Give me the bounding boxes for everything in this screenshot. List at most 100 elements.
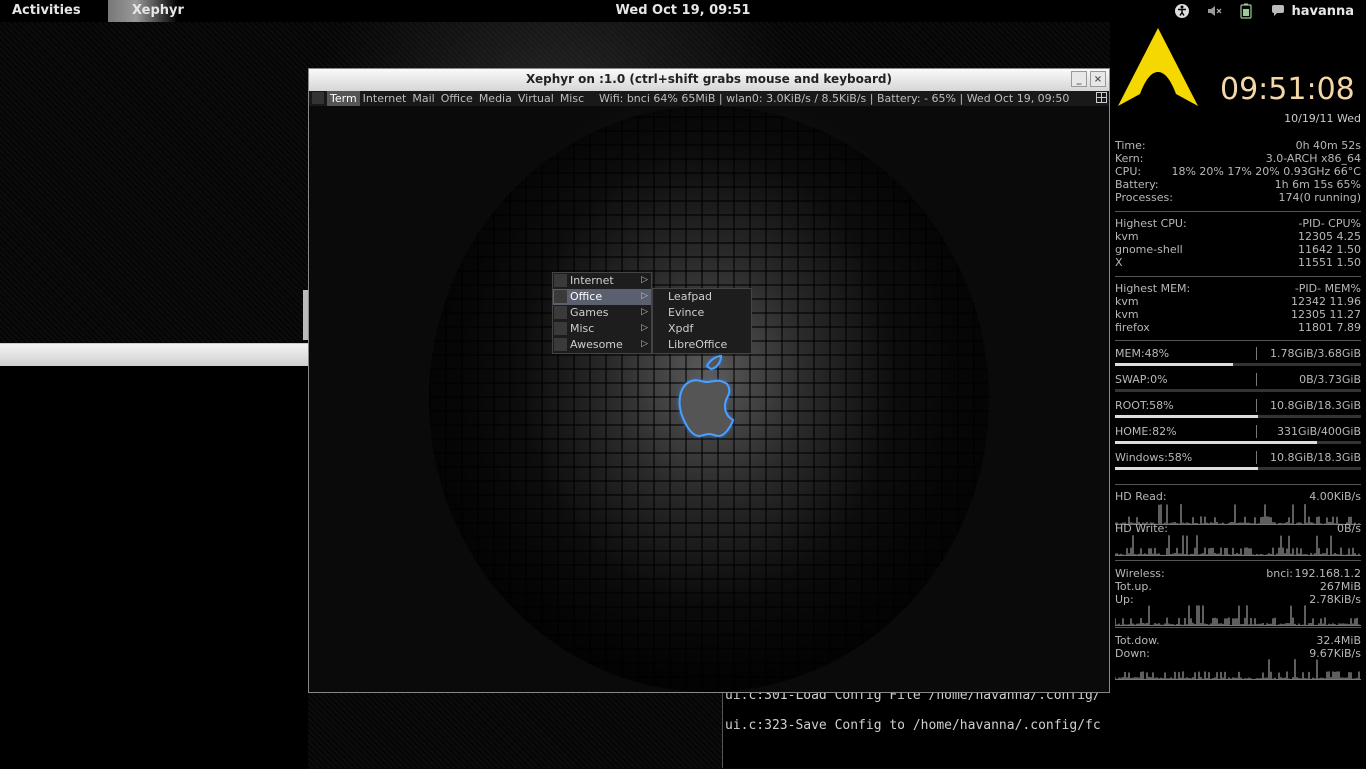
xephyr-titlebar[interactable]: Xephyr on :1.0 (ctrl+shift grabs mouse a…	[309, 69, 1109, 91]
usage-root: ROOT:58% 10.8GiB/18.3GiB	[1115, 399, 1361, 412]
usage-home-value: 331GiB/400GiB	[1277, 425, 1361, 438]
usage-bar	[1115, 441, 1361, 444]
activity-graph-lines	[1114, 605, 1361, 626]
hd-read-label: HD Read:	[1115, 490, 1167, 503]
wibox-status-text: Wifi: bnci 64% 65MiB | wlan0: 3.0KiB/s /…	[599, 92, 1070, 105]
submenu-arrow-icon: ▷	[641, 339, 648, 349]
system-tray: havanna	[1173, 2, 1354, 20]
mem-process-value: 12342 11.96	[1291, 295, 1361, 308]
upload-graph	[1114, 604, 1361, 626]
usage-home: HOME:82% 331GiB/400GiB	[1115, 425, 1361, 438]
awesome-launcher-icon[interactable]	[312, 92, 324, 104]
submenu-item-evince[interactable]: Evince	[653, 305, 751, 321]
volume-muted-icon[interactable]	[1205, 3, 1223, 19]
terminal-line: ui.c:323-Save Config to /home/havanna/.c…	[725, 718, 1101, 733]
sys-cpu: CPU: 18% 20% 17% 20% 0.93GHz 66°C	[1115, 165, 1361, 178]
submenu-arrow-icon: ▷	[641, 307, 648, 317]
tag-term[interactable]: Term	[327, 91, 360, 106]
divider	[1115, 560, 1361, 561]
usage-root-value: 10.8GiB/18.3GiB	[1270, 399, 1361, 412]
submenu-item-xpdf[interactable]: Xpdf	[653, 321, 751, 337]
minimize-button[interactable]: _	[1071, 71, 1087, 87]
close-button[interactable]: ×	[1090, 71, 1106, 87]
usage-separator	[1256, 425, 1257, 438]
hd-read: HD Read: 4.00KiB/s	[1115, 490, 1361, 503]
terminal-window[interactable]: ui.c:301-Load Config File /home/havanna/…	[722, 680, 1111, 768]
mem-process-label: kvm	[1115, 295, 1139, 308]
menu-item-label: Internet	[570, 274, 614, 287]
battery-icon[interactable]	[1237, 3, 1255, 19]
wireless: Wireless: 192.168.1.2 bnci:	[1115, 567, 1361, 580]
usage-mem: MEM:48% 1.78GiB/3.68GiB	[1115, 347, 1361, 360]
usage-swap-label: SWAP:0%	[1115, 373, 1168, 386]
user-menu[interactable]: havanna	[1291, 4, 1354, 19]
panel-clock[interactable]: Wed Oct 19, 09:51	[0, 3, 1366, 18]
sys-battery: Battery: 1h 6m 15s 65%	[1115, 178, 1361, 191]
layout-tile-icon[interactable]	[1096, 92, 1107, 103]
tag-media[interactable]: Media	[476, 91, 515, 106]
wireless-iface: bnci:	[1266, 567, 1293, 580]
sys-cpu-label: CPU:	[1115, 165, 1142, 178]
sys-processes: Processes: 174(0 running)	[1115, 191, 1361, 204]
user-chat-icon[interactable]	[1269, 3, 1287, 19]
menu-item-label: Games	[570, 306, 609, 319]
tag-virtual[interactable]: Virtual	[515, 91, 557, 106]
cpu-process-label: gnome-shell	[1115, 243, 1183, 256]
cpu-process: kvm 12305 4.25	[1115, 230, 1361, 243]
cpu-process-label: X	[1115, 256, 1123, 269]
conky-date: 10/19/11 Wed	[1284, 112, 1361, 125]
background-window-titlebar[interactable]	[0, 344, 308, 366]
hd-read-value: 4.00KiB/s	[1309, 490, 1361, 503]
usage-bar-fill	[1115, 441, 1317, 444]
usage-bar	[1115, 363, 1361, 366]
usage-mem-label: MEM:48%	[1115, 347, 1170, 360]
menu-item-label: Misc	[570, 322, 595, 335]
sys-time-value: 0h 40m 52s	[1295, 139, 1361, 152]
cpu-header-label: Highest CPU:	[1115, 217, 1187, 230]
menu-item-office[interactable]: Office ▷	[553, 289, 651, 305]
submenu-item-label: Evince	[668, 306, 705, 319]
usage-bar	[1115, 467, 1361, 470]
total-download: Tot.dow. 32.4MiB	[1115, 634, 1361, 647]
tag-mail[interactable]: Mail	[409, 91, 437, 106]
menu-item-misc[interactable]: Misc ▷	[553, 321, 651, 337]
menu-item-awesome[interactable]: Awesome ▷	[553, 337, 651, 353]
tag-internet[interactable]: Internet	[360, 91, 410, 106]
mem-process: kvm 12342 11.96	[1115, 295, 1361, 308]
divider	[1115, 211, 1361, 212]
menu-item-icon	[554, 338, 567, 351]
submenu-item-leafpad[interactable]: Leafpad	[653, 289, 751, 305]
conky-panel: 09:51:08 10/19/11 Wed Time: 0h 40m 52s Ker…	[1110, 22, 1366, 768]
usage-windows-label: Windows:58%	[1115, 451, 1193, 464]
usage-separator	[1256, 451, 1257, 464]
usage-separator	[1256, 399, 1257, 412]
arch-linux-logo-icon	[1118, 28, 1198, 106]
submenu-item-label: LibreOffice	[668, 338, 728, 351]
submenu-item-label: Leafpad	[668, 290, 713, 303]
usage-root-label: ROOT:58%	[1115, 399, 1174, 412]
background-window[interactable]	[0, 343, 308, 769]
apple-logo-icon	[678, 354, 735, 438]
cpu-process-value: 12305 4.25	[1298, 230, 1361, 243]
accessibility-icon[interactable]	[1173, 3, 1191, 19]
download-graph	[1114, 658, 1361, 680]
total-download-label: Tot.dow.	[1115, 634, 1160, 647]
submenu-arrow-icon: ▷	[641, 323, 648, 333]
mem-process: firefox 11801 7.89	[1115, 321, 1361, 334]
submenu-arrow-icon: ▷	[641, 275, 648, 285]
sys-time: Time: 0h 40m 52s	[1115, 139, 1361, 152]
submenu-item-libreoffice[interactable]: LibreOffice	[653, 337, 751, 353]
usage-windows-value: 10.8GiB/18.3GiB	[1270, 451, 1361, 464]
menu-item-icon	[554, 290, 567, 303]
divider	[1115, 340, 1361, 341]
xephyr-screen[interactable]: Internet ▷ Office ▷ Games ▷ Misc ▷ Awesome ▷ Leaf…	[309, 106, 1109, 692]
tag-misc[interactable]: Misc	[557, 91, 587, 106]
awesome-wibox: Term Internet Mail Office Media Virtual Misc W…	[309, 91, 1109, 106]
tag-office[interactable]: Office	[438, 91, 476, 106]
menu-item-icon	[554, 306, 567, 319]
sys-battery-label: Battery:	[1115, 178, 1159, 191]
usage-bar	[1115, 415, 1361, 418]
menu-item-internet[interactable]: Internet ▷	[553, 273, 651, 289]
menu-item-games[interactable]: Games ▷	[553, 305, 651, 321]
xephyr-window[interactable]: Xephyr on :1.0 (ctrl+shift grabs mouse a…	[308, 68, 1110, 693]
